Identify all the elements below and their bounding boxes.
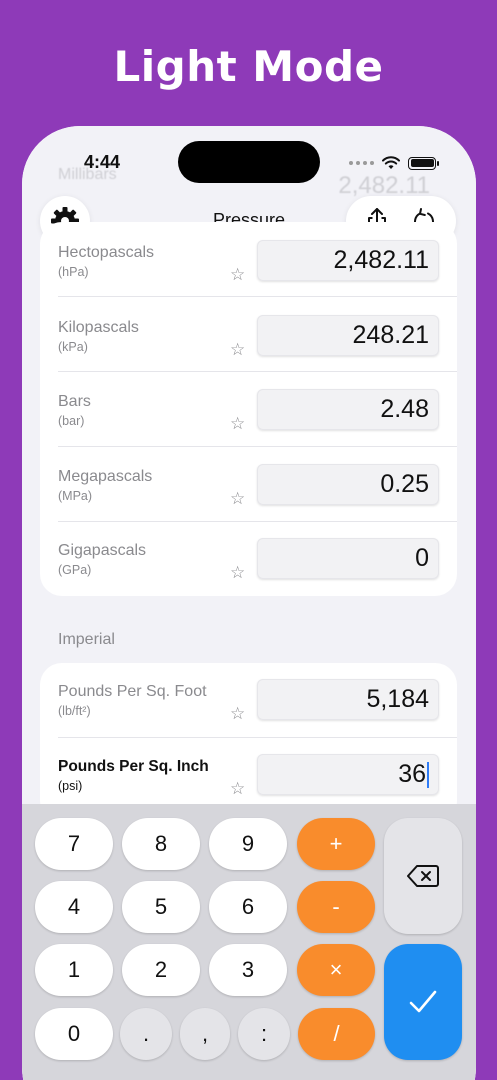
favorite-star-icon[interactable]: ☆ xyxy=(230,340,245,360)
unit-name: Pounds Per Sq. Inch xyxy=(58,758,209,775)
unit-name: Gigapascals xyxy=(58,542,147,559)
value-field[interactable]: 0.25 xyxy=(257,464,439,505)
key-4[interactable]: 4 xyxy=(35,881,113,933)
favorite-star-icon[interactable]: ☆ xyxy=(230,489,245,509)
unit-row: Kilopascals (kPa) ☆ 248.21 xyxy=(40,297,457,372)
key-3[interactable]: 3 xyxy=(209,944,287,996)
unit-name: Megapascals xyxy=(58,468,153,485)
section-header-imperial: Imperial xyxy=(58,631,115,648)
done-button[interactable] xyxy=(384,944,462,1060)
dynamic-island xyxy=(178,141,320,183)
headline: Light Mode xyxy=(113,42,384,91)
signal-icon xyxy=(349,161,374,165)
value-field[interactable]: 2.48 xyxy=(257,389,439,430)
backspace-icon xyxy=(407,865,439,887)
value-field[interactable]: 248.21 xyxy=(257,315,439,356)
checkmark-icon xyxy=(409,990,437,1013)
key-0[interactable]: 0 xyxy=(35,1008,113,1060)
unit-name: Hectopascals xyxy=(58,244,155,261)
key-divide[interactable]: / xyxy=(298,1008,375,1060)
wifi-icon xyxy=(382,156,400,169)
unit-symbol: (MPa) xyxy=(58,489,93,503)
favorite-star-icon[interactable]: ☆ xyxy=(230,563,245,583)
unit-row: Megapascals (MPa) ☆ 0.25 xyxy=(40,447,457,522)
unit-name: Pounds Per Sq. Foot xyxy=(58,683,207,700)
unit-symbol: (hPa) xyxy=(58,265,89,279)
key-1[interactable]: 1 xyxy=(35,944,113,996)
backspace-button[interactable] xyxy=(384,818,462,934)
value-text: 36 xyxy=(398,760,426,788)
app-screen: Millibars 2,482.11 4:44 Pressure Hectopa… xyxy=(22,126,476,1080)
unit-symbol: (bar) xyxy=(58,414,85,428)
key-8[interactable]: 8 xyxy=(122,818,200,870)
value-field[interactable]: 5,184 xyxy=(257,679,439,720)
metric-units-card: Hectopascals (hPa) ☆ 2,482.11 Kilopascal… xyxy=(40,222,457,596)
phone-frame: Millibars 2,482.11 4:44 Pressure Hectopa… xyxy=(22,126,476,1080)
unit-symbol: (kPa) xyxy=(58,340,88,354)
favorite-star-icon[interactable]: ☆ xyxy=(230,414,245,434)
battery-icon xyxy=(408,156,439,170)
key-9[interactable]: 9 xyxy=(209,818,287,870)
key-6[interactable]: 6 xyxy=(209,881,287,933)
text-cursor xyxy=(427,762,429,789)
status-icons xyxy=(349,156,439,170)
unit-name: Kilopascals xyxy=(58,319,139,336)
value-field-active[interactable]: 36 xyxy=(257,754,439,795)
favorite-star-icon[interactable]: ☆ xyxy=(230,779,245,799)
key-5[interactable]: 5 xyxy=(122,881,200,933)
imperial-units-card: Pounds Per Sq. Foot (lb/ft²) ☆ 5,184 Pou… xyxy=(40,663,457,823)
key-colon[interactable]: : xyxy=(238,1008,290,1060)
unit-row: Pounds Per Sq. Foot (lb/ft²) ☆ 5,184 xyxy=(40,663,457,738)
key-7[interactable]: 7 xyxy=(35,818,113,870)
key-period[interactable]: . xyxy=(120,1008,172,1060)
status-time: 4:44 xyxy=(84,152,121,172)
key-minus[interactable]: - xyxy=(297,881,375,933)
value-field[interactable]: 2,482.11 xyxy=(257,240,439,281)
value-field[interactable]: 0 xyxy=(257,538,439,579)
unit-row: Hectopascals (hPa) ☆ 2,482.11 xyxy=(40,222,457,297)
key-plus[interactable]: + xyxy=(297,818,375,870)
key-comma[interactable]: , xyxy=(180,1008,230,1060)
unit-symbol: (psi) xyxy=(58,779,83,793)
unit-name: Bars xyxy=(58,393,91,410)
custom-keypad: 7 8 9 + 4 5 6 - 1 2 3 × 0 . , : / xyxy=(22,804,476,1080)
unit-symbol: (GPa) xyxy=(58,563,92,577)
key-2[interactable]: 2 xyxy=(122,944,200,996)
favorite-star-icon[interactable]: ☆ xyxy=(230,704,245,724)
unit-row: Gigapascals (GPa) ☆ 0 xyxy=(40,522,457,597)
unit-row: Bars (bar) ☆ 2.48 xyxy=(40,372,457,447)
unit-row-active: Pounds Per Sq. Inch (psi) ☆ 36 xyxy=(40,738,457,813)
key-multiply[interactable]: × xyxy=(297,944,375,996)
unit-symbol: (lb/ft²) xyxy=(58,704,91,718)
favorite-star-icon[interactable]: ☆ xyxy=(230,265,245,285)
